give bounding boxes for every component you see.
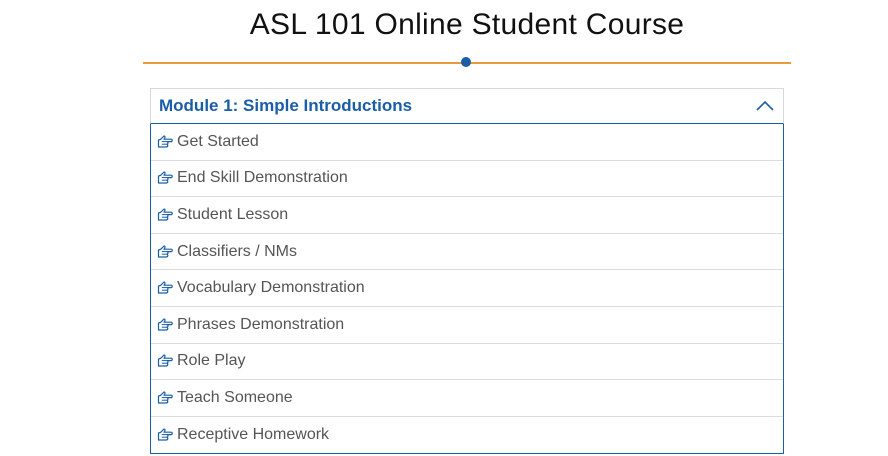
- lesson-label: Vocabulary Demonstration: [177, 279, 365, 297]
- module-1-lesson-list: Get Started End Skill Demonstration Stud…: [150, 124, 784, 455]
- lesson-label: Get Started: [177, 132, 259, 150]
- lesson-classifiers-nms[interactable]: Classifiers / NMs: [151, 234, 783, 271]
- pointing-hand-icon: [157, 354, 173, 367]
- module-header-label: Module 1: Simple Introductions: [159, 96, 413, 115]
- lesson-label: Teach Someone: [177, 388, 293, 406]
- lesson-label: Classifiers / NMs: [177, 242, 298, 260]
- divider-dot: [461, 57, 471, 67]
- lesson-role-play[interactable]: Role Play: [151, 344, 783, 381]
- pointing-hand-icon: [157, 244, 173, 258]
- pointing-hand-icon: [157, 208, 173, 221]
- lesson-teach-someone[interactable]: Teach Someone: [151, 380, 783, 417]
- lesson-label: Role Play: [177, 352, 246, 370]
- module-accordion: Module 1: Simple Introductions Get Start…: [150, 88, 784, 455]
- module-1-header[interactable]: Module 1: Simple Introductions: [150, 88, 784, 124]
- lesson-label: Phrases Demonstration: [177, 315, 345, 333]
- lesson-vocabulary-demonstration[interactable]: Vocabulary Demonstration: [151, 270, 783, 307]
- lesson-label: Student Lesson: [177, 205, 289, 223]
- lesson-receptive-homework[interactable]: Receptive Homework: [151, 417, 783, 454]
- lesson-get-started[interactable]: Get Started: [151, 124, 783, 161]
- pointing-hand-icon: [157, 318, 173, 331]
- chevron-up-icon[interactable]: [755, 99, 775, 113]
- lesson-student-lesson[interactable]: Student Lesson: [151, 197, 783, 234]
- page: ASL 101 Online Student Course Module 1: …: [0, 0, 888, 456]
- page-title: ASL 101 Online Student Course: [249, 8, 685, 41]
- lesson-end-skill-demonstration[interactable]: End Skill Demonstration: [151, 161, 783, 198]
- lesson-label: End Skill Demonstration: [177, 169, 348, 187]
- pointing-hand-icon: [157, 391, 173, 404]
- pointing-hand-icon: [157, 171, 173, 184]
- lesson-label: Receptive Homework: [177, 426, 330, 444]
- lesson-phrases-demonstration[interactable]: Phrases Demonstration: [151, 307, 783, 344]
- pointing-hand-icon: [157, 428, 173, 441]
- pointing-hand-icon: [157, 135, 173, 148]
- pointing-hand-icon: [157, 281, 173, 294]
